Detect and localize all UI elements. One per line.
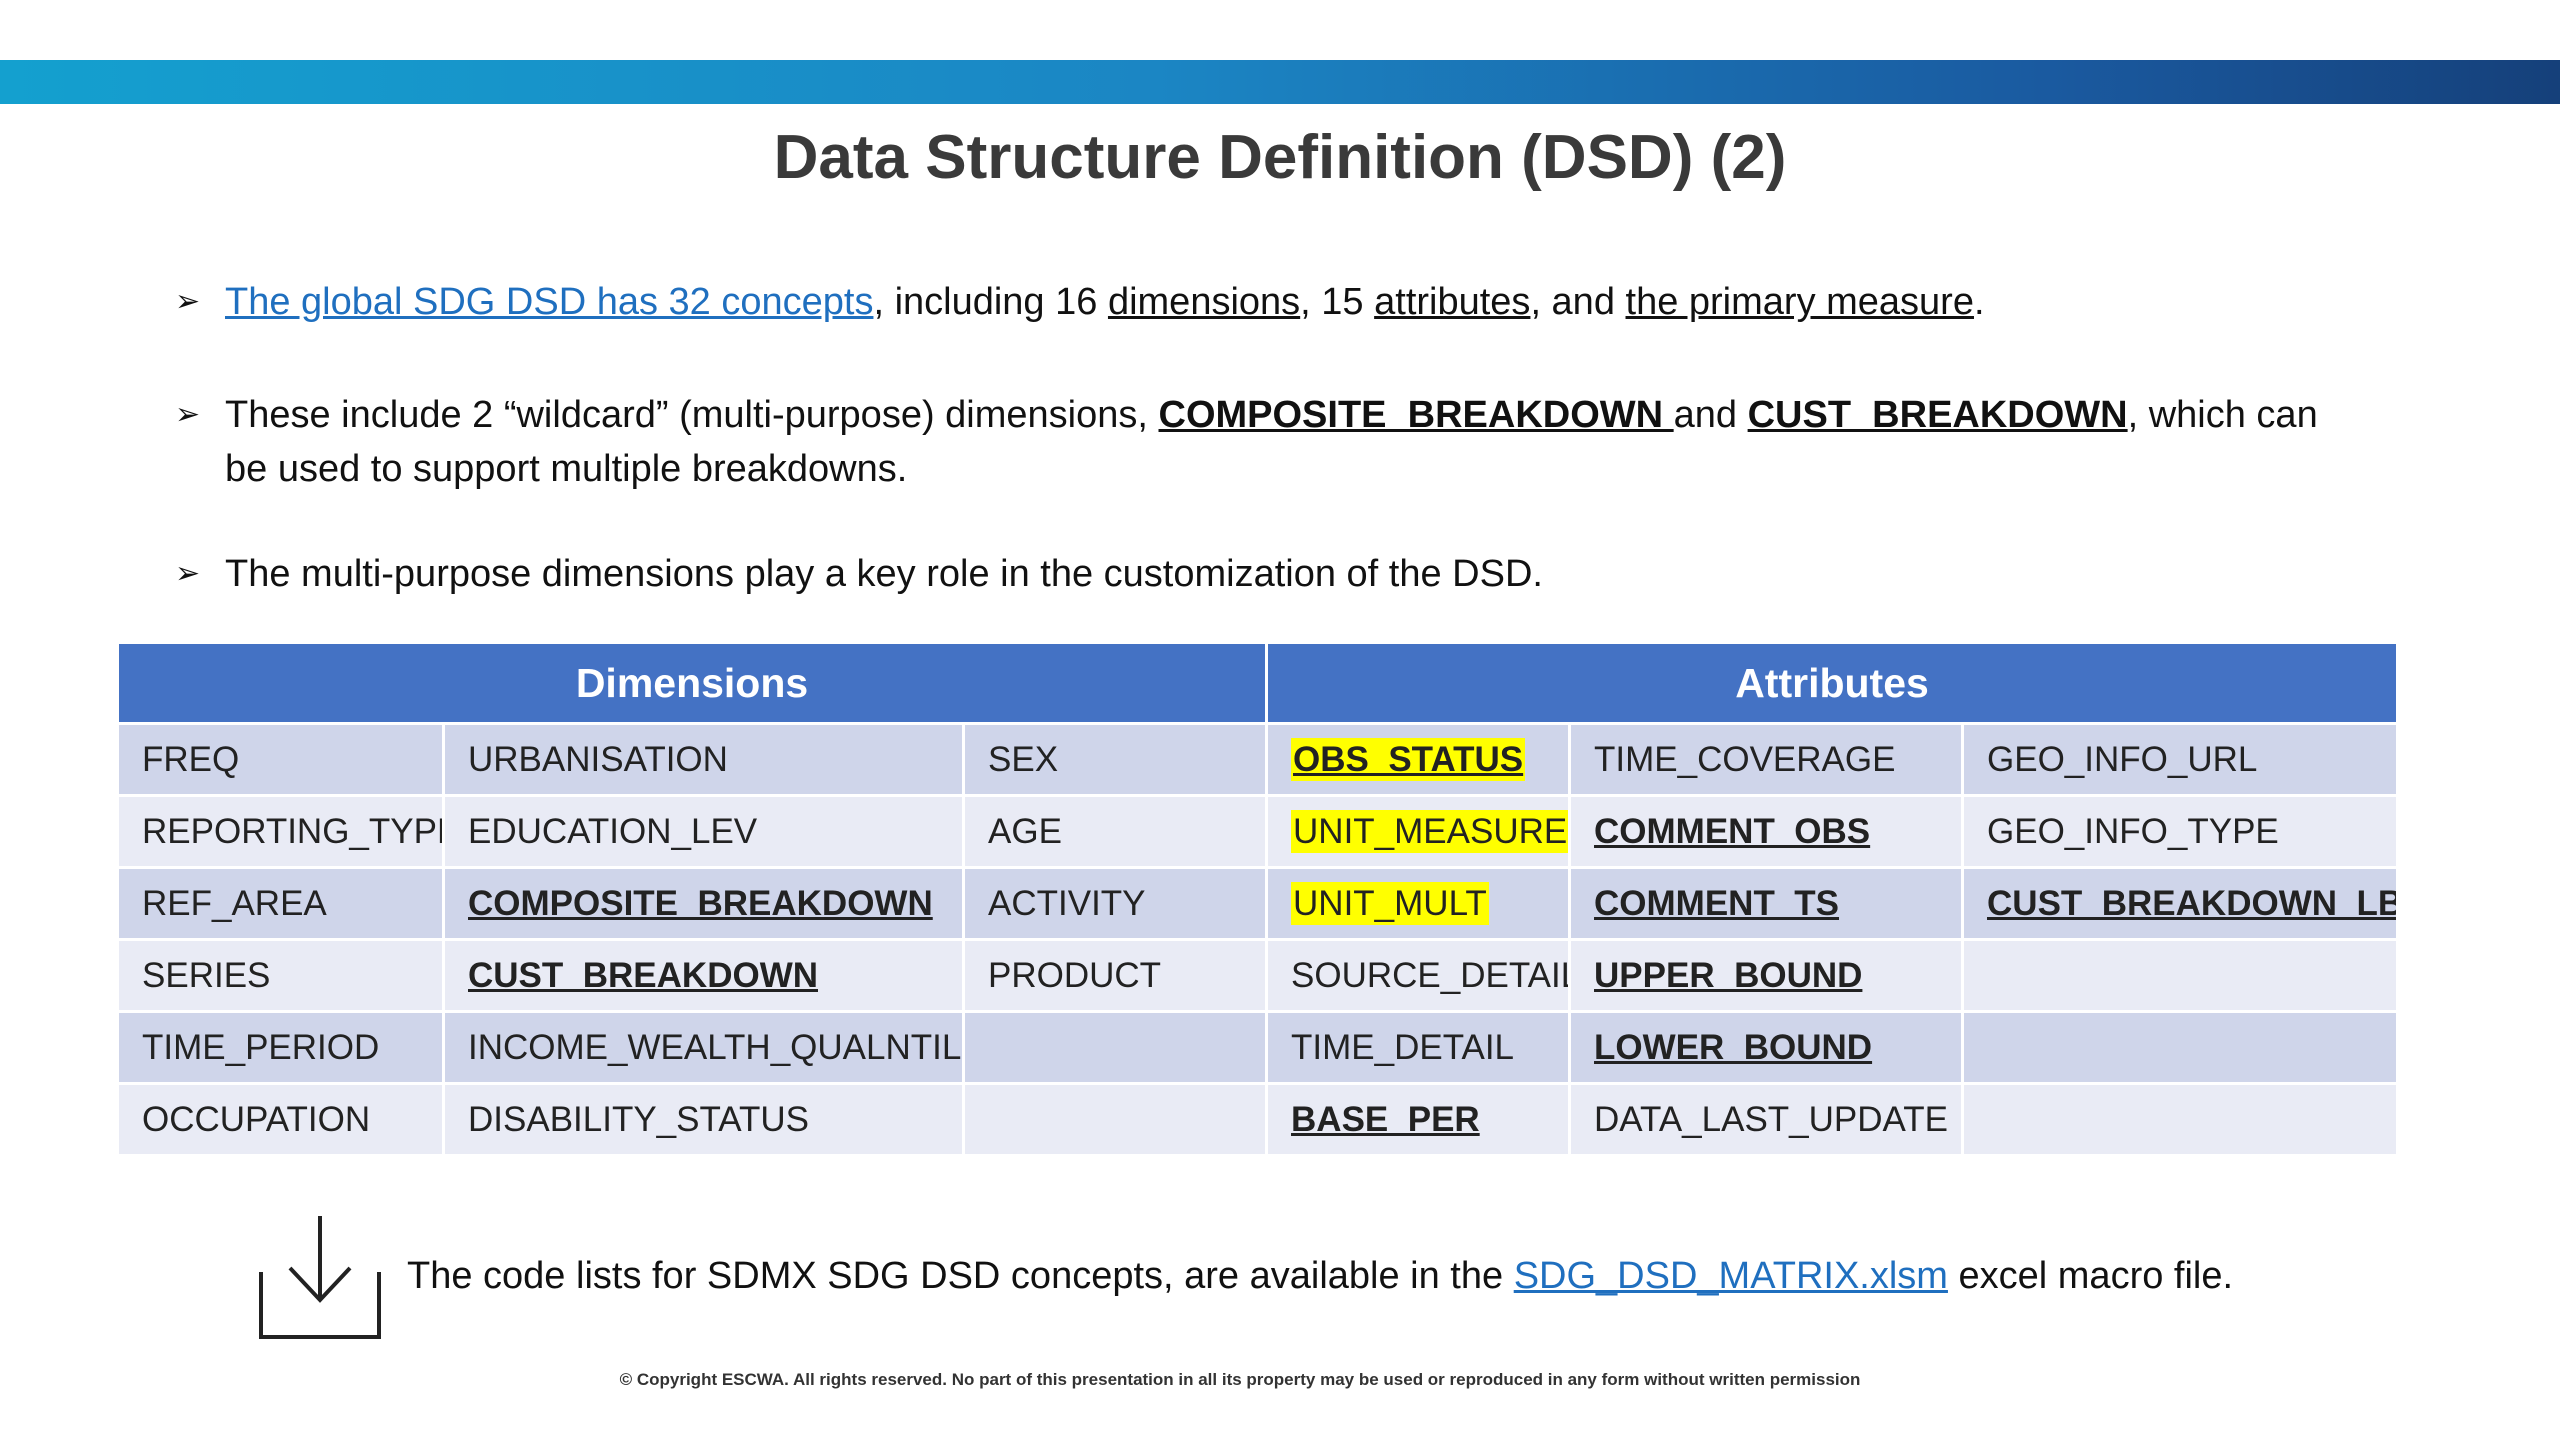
table-cell: COMMENT_OBS (1568, 794, 1965, 869)
table-row: REPORTING_TYPE EDUCATION_LEV AGE UNIT_ME… (116, 794, 2400, 869)
bullet-text: , including 16 (873, 281, 1108, 323)
table-cell: FREQ (116, 722, 445, 797)
table-cell (961, 1010, 1269, 1085)
table-cell: DISABILITY_STATUS (442, 1082, 965, 1157)
table-cell: UNIT_MEASURE (1265, 794, 1572, 869)
table-cell: OCCUPATION (116, 1082, 445, 1157)
bullet-wildcard: ➢ These include 2 “wildcard” (multi-purpo… (175, 388, 2355, 496)
table-cell: UNIT_MULT (1265, 866, 1572, 941)
download-note-text: excel macro file. (1947, 1255, 2234, 1297)
table-row: FREQ URBANISATION SEX OBS_STATUS TIME_CO… (116, 722, 2400, 797)
emphasized-concept: UPPER_BOUND (1594, 955, 1863, 995)
bullet-text: . (1973, 281, 1985, 323)
emphasized-concept: COMMENT_OBS (1594, 811, 1871, 851)
bullet-text: and (1673, 394, 1748, 436)
dsd-concepts-table: Dimensions Attributes FREQ URBANISATION … (115, 641, 2400, 1157)
table-cell: SEX (961, 722, 1269, 797)
dimensions-term: dimensions (1107, 281, 1301, 323)
highlighted-concept: UNIT_MEASURE (1291, 809, 1568, 853)
arrow-bullet-icon: ➢ (175, 557, 201, 590)
table-cell: REPORTING_TYPE (116, 794, 445, 869)
dimensions-header: Dimensions (115, 641, 1269, 725)
bullet-text: , 15 (1300, 281, 1375, 323)
arrow-bullet-icon: ➢ (175, 285, 201, 318)
table-cell: BASE_PER (1265, 1082, 1572, 1157)
cust-breakdown-term: CUST_BREAKDOWN (1747, 394, 2128, 436)
table-cell: EDUCATION_LEV (442, 794, 965, 869)
table-cell: COMPOSITE_BREAKDOWN (442, 866, 965, 941)
emphasized-concept: CUST_BREAKDOWN_LB (1987, 883, 2398, 923)
table-cell: REF_AREA (116, 866, 445, 941)
attributes-term: attributes (1374, 281, 1531, 323)
bullet-text: , and (1530, 281, 1626, 323)
table-cell: TIME_PERIOD (116, 1010, 445, 1085)
table-row: OCCUPATION DISABILITY_STATUS BASE_PER DA… (116, 1082, 2400, 1157)
emphasized-concept: BASE_PER (1291, 1099, 1480, 1139)
table-cell: COMMENT_TS (1568, 866, 1965, 941)
bullet-customization: ➢ The multi-purpose dimensions play a key… (175, 547, 2375, 601)
table-row: TIME_PERIOD INCOME_WEALTH_QUALNTILE TIME… (116, 1010, 2400, 1085)
table-row: REF_AREA COMPOSITE_BREAKDOWN ACTIVITY UN… (116, 866, 2400, 941)
bullet-concepts: ➢ The global SDG DSD has 32 concepts, inc… (175, 275, 2375, 329)
download-tray-icon[interactable] (255, 1212, 385, 1342)
table-cell: OBS_STATUS (1265, 722, 1572, 797)
table-cell: URBANISATION (442, 722, 965, 797)
table-cell: TIME_DETAIL (1265, 1010, 1572, 1085)
emphasized-concept: COMMENT_TS (1594, 883, 1840, 923)
sdg-dsd-matrix-link[interactable]: SDG_DSD_MATRIX.xlsm (1514, 1255, 1948, 1297)
bullet-text: These include 2 “wildcard” (multi-purpos… (225, 394, 1159, 436)
slide-title: Data Structure Definition (DSD) (2) (773, 123, 1787, 192)
table-cell (1961, 1082, 2400, 1157)
table-cell: SERIES (116, 938, 445, 1013)
highlighted-concept: UNIT_MULT (1291, 881, 1489, 925)
table-cell: CUST_BREAKDOWN_LB (1961, 866, 2400, 941)
table-cell: PRODUCT (961, 938, 1269, 1013)
table-cell: AGE (961, 794, 1269, 869)
emphasized-concept: CUST_BREAKDOWN (468, 955, 818, 995)
table-cell: INCOME_WEALTH_QUALNTILE (442, 1010, 965, 1085)
highlighted-concept: OBS_STATUS (1291, 737, 1526, 781)
table-cell: CUST_BREAKDOWN (442, 938, 965, 1013)
table-cell: DATA_LAST_UPDATE (1568, 1082, 1965, 1157)
table-cell: GEO_INFO_TYPE (1961, 794, 2400, 869)
arrow-bullet-icon: ➢ (175, 398, 201, 431)
table-cell: ACTIVITY (961, 866, 1269, 941)
table-row: SERIES CUST_BREAKDOWN PRODUCT SOURCE_DET… (116, 938, 2400, 1013)
table-cell: LOWER_BOUND (1568, 1010, 1965, 1085)
table-cell: UPPER_BOUND (1568, 938, 1965, 1013)
composite-breakdown-term: COMPOSITE_BREAKDOWN (1158, 394, 1674, 436)
bullet-text: The multi-purpose dimensions play a key … (225, 553, 1543, 595)
table-cell: SOURCE_DETAIL (1265, 938, 1572, 1013)
dsd-concepts-link[interactable]: The global SDG DSD has 32 concepts (225, 281, 873, 323)
copyright-footer: © Copyright ESCWA. All rights reserved. … (619, 1370, 1861, 1389)
top-banner-bar (0, 60, 2560, 104)
download-note-text: The code lists for SDMX SDG DSD concepts… (407, 1255, 1514, 1297)
table-cell: TIME_COVERAGE (1568, 722, 1965, 797)
table-cell (961, 1082, 1269, 1157)
download-note: The code lists for SDMX SDG DSD concepts… (407, 1255, 2233, 1298)
table-cell (1961, 938, 2400, 1013)
table-cell (1961, 1010, 2400, 1085)
primary-measure-term: the primary measure (1625, 281, 1974, 323)
table-cell: GEO_INFO_URL (1961, 722, 2400, 797)
table-header-row: Dimensions Attributes (115, 641, 2400, 725)
emphasized-concept: LOWER_BOUND (1594, 1027, 1873, 1067)
attributes-header: Attributes (1265, 641, 2400, 725)
emphasized-concept: COMPOSITE_BREAKDOWN (468, 883, 933, 923)
